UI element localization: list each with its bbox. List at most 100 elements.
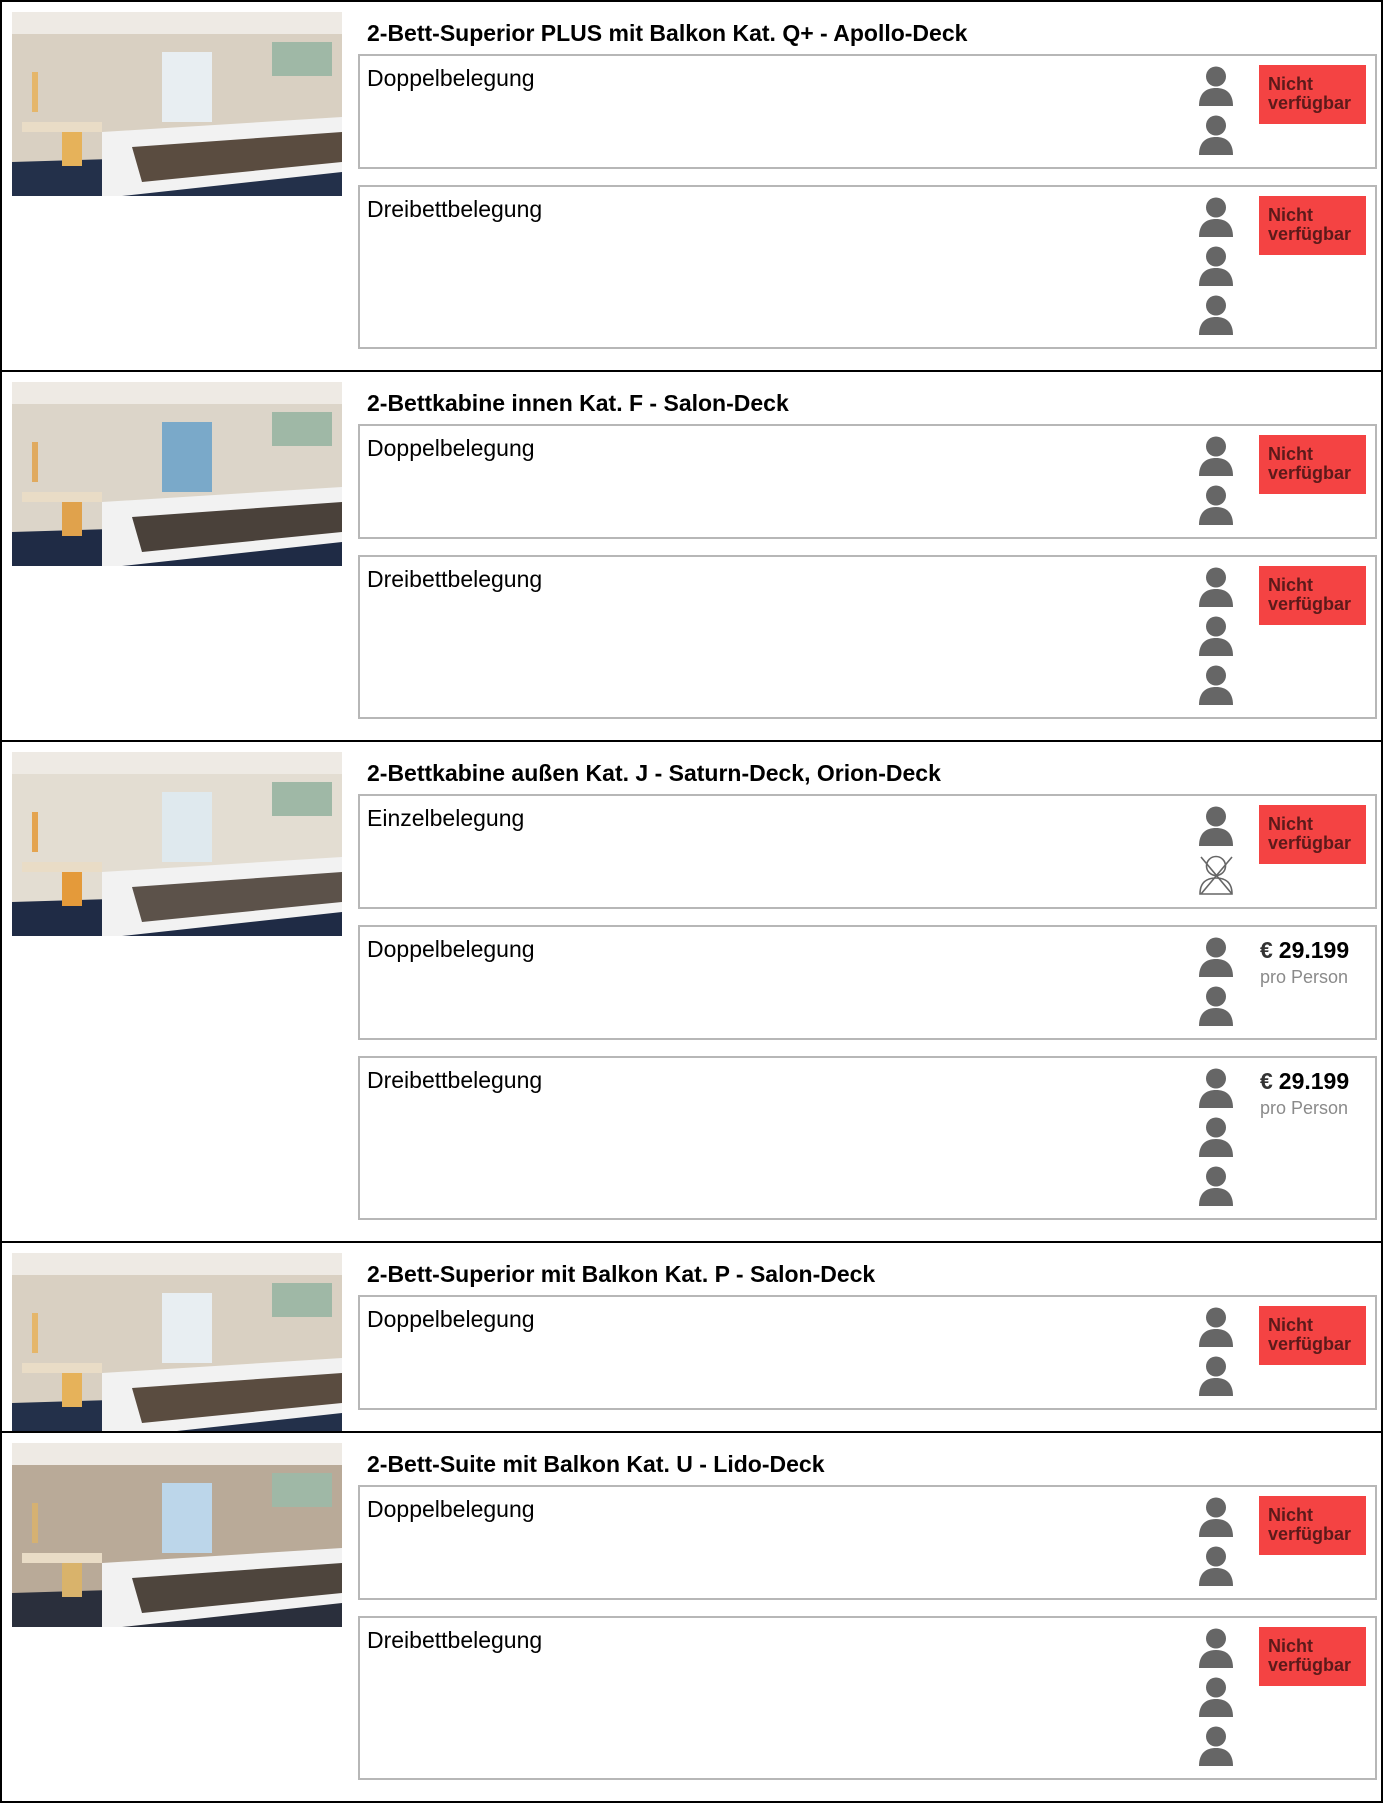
cabin-details: 2-Bettkabine innen Kat. F - Salon-Deck Do… (358, 372, 1381, 719)
currency-symbol: € (1260, 937, 1273, 963)
cabin-category: 2-Bettkabine innen Kat. F - Salon-Deck Do… (0, 370, 1383, 742)
occupancy-option[interactable]: Dreibettbelegung Nicht verfügbar (358, 1616, 1377, 1780)
status-line: Nicht (1268, 1505, 1313, 1525)
person-count (1191, 1307, 1241, 1405)
person-icon (1198, 1117, 1234, 1157)
price-value: 29.199 (1278, 937, 1350, 963)
status-line: verfügbar (1268, 594, 1352, 614)
cabin-title: 2-Bett-Superior PLUS mit Balkon Kat. Q+ … (367, 20, 968, 46)
price[interactable]: €29.199 pro Person (1260, 1066, 1375, 1120)
person-icon (1198, 1166, 1234, 1206)
person-crossed-icon (1198, 855, 1234, 895)
status-line: verfügbar (1268, 1334, 1352, 1354)
person-icon (1198, 1356, 1234, 1396)
person-count (1191, 937, 1241, 1035)
occupancy-label: Doppelbelegung (367, 936, 535, 962)
person-icon (1198, 1307, 1234, 1347)
status-line: Nicht (1268, 1315, 1313, 1335)
status-line: verfügbar (1268, 1655, 1352, 1675)
price-note: pro Person (1260, 967, 1349, 987)
price-amount: €29.199 (1260, 935, 1375, 965)
person-count (1191, 806, 1241, 904)
cabin-balcony-photo[interactable] (12, 1253, 342, 1431)
person-icon (1198, 66, 1234, 106)
cabin-details: 2-Bett-Superior PLUS mit Balkon Kat. Q+ … (358, 2, 1381, 349)
occupancy-option[interactable]: Doppelbelegung Nicht verfügbar (358, 54, 1377, 169)
occupancy-label: Dreibettbelegung (367, 1627, 543, 1653)
person-icon (1198, 665, 1234, 705)
cabin-list: 2-Bett-Superior PLUS mit Balkon Kat. Q+ … (0, 0, 1383, 1803)
cabin-category: 2-Bettkabine außen Kat. J - Saturn-Deck,… (0, 740, 1383, 1243)
cabin-suite-photo[interactable] (12, 1443, 342, 1627)
occupancy-label: Dreibettbelegung (367, 1067, 543, 1093)
person-count (1191, 1068, 1241, 1215)
status-line: Nicht (1268, 575, 1313, 595)
unavailable-badge: Nicht verfügbar (1259, 805, 1366, 864)
person-icon (1198, 1497, 1234, 1537)
person-count (1191, 436, 1241, 534)
person-count (1191, 66, 1241, 164)
person-icon (1198, 115, 1234, 155)
price-value: 29.199 (1278, 1068, 1350, 1094)
price-note: pro Person (1260, 1098, 1349, 1118)
occupancy-option[interactable]: Doppelbelegung €29.199 pro Person (358, 925, 1377, 1040)
occupancy-option[interactable]: Dreibettbelegung €29.199 pro Person (358, 1056, 1377, 1220)
occupancy-label: Doppelbelegung (367, 435, 535, 461)
price[interactable]: €29.199 pro Person (1260, 935, 1375, 989)
occupancy-label: Doppelbelegung (367, 65, 535, 91)
unavailable-badge: Nicht verfügbar (1259, 1496, 1366, 1555)
status-line: Nicht (1268, 74, 1313, 94)
occupancy-option[interactable]: Einzelbelegung Nicht verfügbar (358, 794, 1377, 909)
cabin-outside-photo[interactable] (12, 752, 342, 936)
price-amount: €29.199 (1260, 1066, 1375, 1096)
person-icon (1198, 1628, 1234, 1668)
cabin-category: 2-Bett-Suite mit Balkon Kat. U - Lido-De… (0, 1431, 1383, 1803)
cabin-details: 2-Bettkabine außen Kat. J - Saturn-Deck,… (358, 742, 1381, 1220)
status-line: Nicht (1268, 444, 1313, 464)
status-line: verfügbar (1268, 1524, 1352, 1544)
status-line: Nicht (1268, 1636, 1313, 1656)
occupancy-label: Doppelbelegung (367, 1306, 535, 1332)
occupancy-option[interactable]: Dreibettbelegung Nicht verfügbar (358, 185, 1377, 349)
person-icon (1198, 246, 1234, 286)
person-icon (1198, 436, 1234, 476)
person-count (1191, 197, 1241, 344)
person-icon (1198, 1677, 1234, 1717)
status-line: Nicht (1268, 814, 1313, 834)
occupancy-option[interactable]: Doppelbelegung Nicht verfügbar (358, 424, 1377, 539)
cabin-title: 2-Bett-Suite mit Balkon Kat. U - Lido-De… (367, 1451, 825, 1477)
status-line: verfügbar (1268, 224, 1352, 244)
person-icon (1198, 806, 1234, 846)
occupancy-label: Dreibettbelegung (367, 196, 543, 222)
occupancy-option[interactable]: Dreibettbelegung Nicht verfügbar (358, 555, 1377, 719)
person-icon (1198, 616, 1234, 656)
status-line: Nicht (1268, 205, 1313, 225)
person-icon (1198, 1726, 1234, 1766)
occupancy-option[interactable]: Doppelbelegung Nicht verfügbar (358, 1295, 1377, 1410)
cabin-title: 2-Bettkabine außen Kat. J - Saturn-Deck,… (367, 760, 941, 786)
unavailable-badge: Nicht verfügbar (1259, 1627, 1366, 1686)
occupancy-option[interactable]: Doppelbelegung Nicht verfügbar (358, 1485, 1377, 1600)
person-icon (1198, 567, 1234, 607)
cabin-balcony-photo[interactable] (12, 12, 342, 196)
cabin-inside-photo[interactable] (12, 382, 342, 566)
person-icon (1198, 1068, 1234, 1108)
person-icon (1198, 197, 1234, 237)
person-icon (1198, 485, 1234, 525)
cabin-category: 2-Bett-Superior mit Balkon Kat. P - Salo… (0, 1241, 1383, 1433)
unavailable-badge: Nicht verfügbar (1259, 65, 1366, 124)
occupancy-label: Doppelbelegung (367, 1496, 535, 1522)
status-line: verfügbar (1268, 463, 1352, 483)
cabin-details: 2-Bett-Suite mit Balkon Kat. U - Lido-De… (358, 1433, 1381, 1780)
person-icon (1198, 1546, 1234, 1586)
person-icon (1198, 937, 1234, 977)
person-icon (1198, 295, 1234, 335)
cabin-details: 2-Bett-Superior mit Balkon Kat. P - Salo… (358, 1243, 1381, 1410)
cabin-title: 2-Bettkabine innen Kat. F - Salon-Deck (367, 390, 789, 416)
person-count (1191, 567, 1241, 714)
unavailable-badge: Nicht verfügbar (1259, 435, 1366, 494)
status-line: verfügbar (1268, 93, 1352, 113)
currency-symbol: € (1260, 1068, 1273, 1094)
occupancy-label: Dreibettbelegung (367, 566, 543, 592)
unavailable-badge: Nicht verfügbar (1259, 1306, 1366, 1365)
